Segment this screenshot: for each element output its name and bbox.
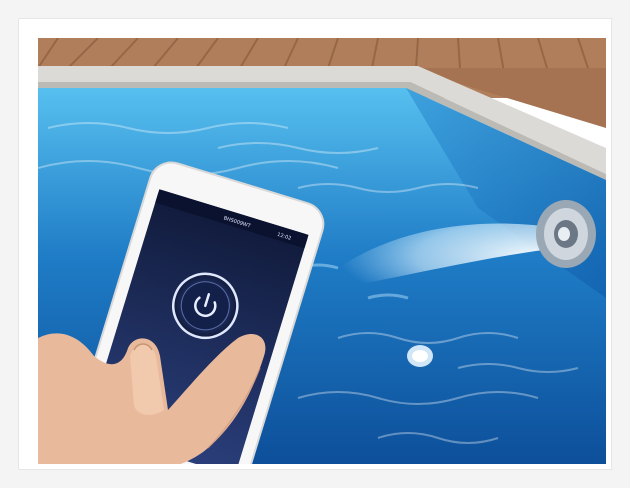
pool-light [407,345,433,367]
pool-photo: BHS009WT 12:02 On [38,38,606,464]
pool-scene: BHS009WT 12:02 On [38,38,606,464]
